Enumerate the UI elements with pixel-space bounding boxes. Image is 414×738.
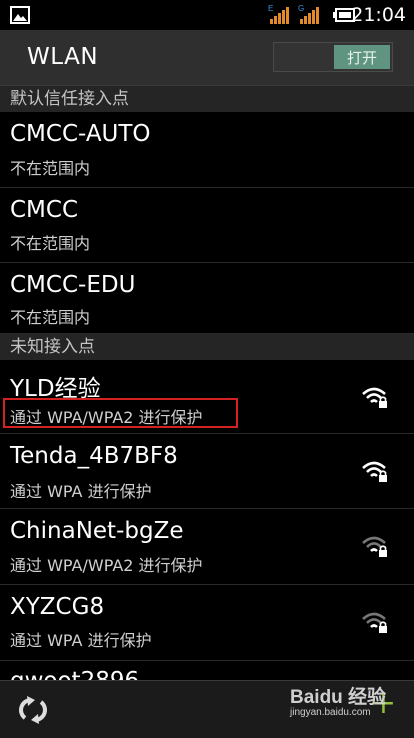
page-title: WLAN	[27, 44, 99, 70]
status-bar: E G 21:04	[0, 0, 414, 30]
network-g-label: G	[298, 4, 304, 13]
list-item-ap[interactable]: CMCC-EDU 不在范围内	[0, 263, 414, 334]
wlan-toggle-on-label: 打开	[334, 45, 390, 69]
ap-status: 通过 WPA 进行保护	[10, 482, 152, 501]
ap-ssid: ChinaNet-bgZe	[10, 518, 184, 544]
wifi-secured-weak-icon	[362, 612, 387, 633]
gallery-notification-icon	[10, 6, 30, 24]
wlan-toggle[interactable]: 打开	[273, 42, 393, 72]
list-item-ap[interactable]: CMCC-AUTO 不在范围内	[0, 112, 414, 188]
watermark-url: jingyan.baidu.com	[290, 707, 371, 718]
refresh-icon[interactable]	[17, 694, 49, 726]
watermark-main: Baidu 经验	[290, 687, 387, 708]
ap-ssid: XYZCG8	[10, 594, 105, 620]
section-header-trusted: 默认信任接入点	[0, 86, 414, 112]
ap-status: 通过 WPA/WPA2 进行保护	[10, 556, 203, 575]
wifi-secured-weak-icon	[362, 536, 387, 557]
status-time: 21:04	[351, 4, 406, 26]
ap-ssid: Tenda_4B7BF8	[10, 443, 178, 469]
wifi-secured-strong-icon	[362, 461, 387, 482]
ap-ssid: CMCC	[10, 197, 79, 223]
list-item-ap[interactable]: XYZCG8 通过 WPA 进行保护	[0, 585, 414, 661]
list-item-ap[interactable]: CMCC 不在范围内	[0, 188, 414, 263]
signal-strength-icon: E G	[268, 4, 319, 24]
watermark: Baidu 经验 jingyan.baidu.com	[290, 682, 386, 718]
app-header: WLAN 打开	[0, 30, 414, 86]
ap-ssid: CMCC-AUTO	[10, 121, 151, 147]
ap-status: 通过 WPA 进行保护	[10, 631, 152, 650]
ap-ssid: CMCC-EDU	[10, 272, 136, 298]
section-header-unknown: 未知接入点	[0, 334, 414, 360]
wifi-secured-strong-icon	[362, 387, 387, 408]
network-e-label: E	[268, 4, 273, 13]
ap-status: 不在范围内	[10, 234, 91, 253]
list-item-ap[interactable]: Tenda_4B7BF8 通过 WPA 进行保护	[0, 434, 414, 509]
highlight-annotation	[3, 398, 238, 428]
ap-status: 不在范围内	[10, 159, 91, 178]
ap-status: 不在范围内	[10, 308, 91, 327]
list-item-ap[interactable]: ChinaNet-bgZe 通过 WPA/WPA2 进行保护	[0, 509, 414, 585]
